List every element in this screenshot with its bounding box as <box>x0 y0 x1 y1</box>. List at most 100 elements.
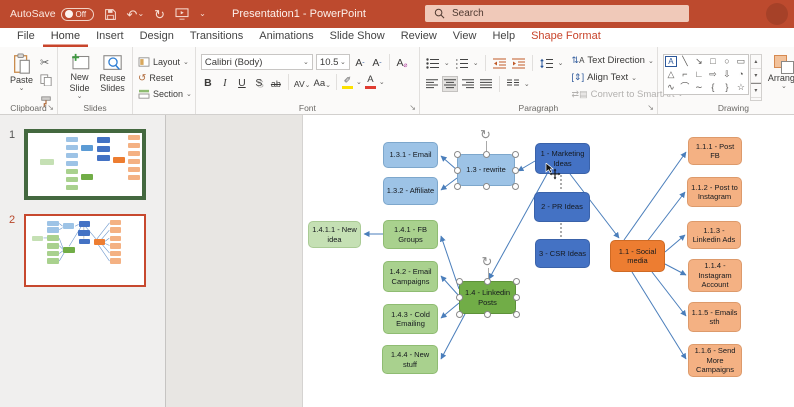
paste-dropdown-icon[interactable]: ⌄ <box>19 85 25 93</box>
search-box[interactable]: Search <box>425 5 689 22</box>
shape-option-icon[interactable]: ○ <box>720 55 734 68</box>
shape-option-icon[interactable]: △ <box>664 68 678 81</box>
shape-option-icon[interactable]: } <box>720 81 734 94</box>
shape-option-icon[interactable]: ╲ <box>678 55 692 68</box>
mindmap-node-1.1.5[interactable]: 1.1.5 - Emails sth <box>688 302 741 332</box>
tab-shape-format[interactable]: Shape Format <box>523 28 609 47</box>
selection-handle[interactable] <box>455 277 463 285</box>
line-spacing-button[interactable] <box>539 56 554 70</box>
tab-view[interactable]: View <box>445 28 485 47</box>
shape-option-icon[interactable]: ⇩ <box>720 68 734 81</box>
mindmap-node-1.4.1.1[interactable]: 1.4.1.1 - New idea <box>308 221 361 248</box>
selection-handle[interactable] <box>455 310 463 318</box>
font-dialog-launcher-icon[interactable]: ↘ <box>409 104 416 112</box>
bullets-button[interactable] <box>425 56 440 70</box>
customize-qat-icon[interactable]: ⌄ <box>199 10 206 18</box>
shrink-font-button[interactable]: Aˇ <box>370 55 384 70</box>
font-size-combo[interactable]: 10.5 ⌄ <box>315 54 350 70</box>
section-button[interactable]: Section ⌄ <box>138 87 192 101</box>
shape-option-icon[interactable]: □ <box>706 55 720 68</box>
save-icon[interactable] <box>104 8 117 21</box>
slide-2-thumbnail[interactable] <box>24 214 146 287</box>
mindmap-node-1.1.3[interactable]: 1.1.3 - Linkedin Ads <box>687 221 741 249</box>
align-left-button[interactable] <box>425 77 439 91</box>
shape-option-icon[interactable]: ⇨ <box>706 68 720 81</box>
tab-review[interactable]: Review <box>393 28 445 47</box>
gallery-scroll-up-icon[interactable]: ▴ <box>750 55 761 69</box>
bold-button[interactable]: B <box>201 75 215 90</box>
mindmap-node-1.4.2[interactable]: 1.4.2 - Email Campaigns <box>383 261 438 292</box>
mindmap-node-1.4.3[interactable]: 1.4.3 - Cold Emailing <box>383 304 438 334</box>
mindmap-node-1.4[interactable]: 1.4 - Linkedin Posts <box>459 281 516 314</box>
reuse-slides-button[interactable]: Reuse Slides <box>96 50 129 101</box>
mindmap-node-1.1[interactable]: 1.1 - Social media <box>610 240 665 272</box>
mindmap-node-1.1.2[interactable]: 1.1.2 - Post to Instagram <box>687 177 742 207</box>
italic-button[interactable]: I <box>218 75 232 90</box>
selection-handle[interactable] <box>512 294 520 301</box>
selection-handle[interactable] <box>482 150 490 158</box>
clear-formatting-button[interactable]: A ⌀ <box>395 55 409 70</box>
tab-file[interactable]: File <box>9 28 43 47</box>
shape-option-icon[interactable]: ∟ <box>692 68 706 81</box>
account-avatar[interactable] <box>766 3 788 25</box>
clipboard-dialog-launcher-icon[interactable]: ↘ <box>47 104 54 112</box>
shape-option-icon[interactable]: { <box>706 81 720 94</box>
tab-home[interactable]: Home <box>43 28 88 47</box>
selection-handle[interactable] <box>453 166 461 174</box>
start-slideshow-icon[interactable] <box>175 8 189 20</box>
gallery-scroll-down-icon[interactable]: ▾ <box>750 69 761 83</box>
font-family-combo[interactable]: Calibri (Body) ⌄ <box>200 54 313 70</box>
align-center-button[interactable] <box>441 76 458 92</box>
shape-option-icon[interactable]: ▭ <box>734 55 748 68</box>
autosave-switch[interactable]: Off <box>60 7 94 21</box>
numbering-button[interactable] <box>454 56 469 70</box>
selection-handle[interactable] <box>484 277 491 285</box>
grow-font-button[interactable]: Aˆ <box>353 55 367 70</box>
shape-option-icon[interactable]: ◔ <box>734 68 748 81</box>
mindmap-node-1.1.1[interactable]: 1.1.1 - Post FB <box>688 137 742 165</box>
tab-transitions[interactable]: Transitions <box>182 28 251 47</box>
selection-handle[interactable] <box>453 150 461 158</box>
paragraph-dialog-launcher-icon[interactable]: ↘ <box>647 104 654 112</box>
copy-icon[interactable] <box>40 73 52 91</box>
selection-handle[interactable] <box>484 310 491 318</box>
autosave-toggle[interactable]: AutoSave Off <box>10 7 94 21</box>
selection-handle[interactable] <box>482 182 490 190</box>
mindmap-node-1.3.2[interactable]: 1.3.2 - Affiliate <box>383 177 438 205</box>
increase-indent-icon[interactable] <box>511 56 526 70</box>
shape-option-icon[interactable]: ⌒ <box>678 81 692 94</box>
tab-insert[interactable]: Insert <box>88 28 132 47</box>
shape-option-icon[interactable]: ↘ <box>692 55 706 68</box>
mindmap-node-3[interactable]: 3 - CSR Ideas <box>535 239 590 268</box>
reset-button[interactable]: ↺ Reset <box>138 71 192 85</box>
justify-button[interactable] <box>479 77 493 91</box>
gallery-more-icon[interactable]: ▾ <box>750 83 761 98</box>
mindmap-node-2[interactable]: 2 - PR Ideas <box>534 192 590 222</box>
mindmap-node-1.3.1[interactable]: 1.3.1 - Email <box>383 142 438 168</box>
underline-button[interactable]: U <box>235 75 249 90</box>
decrease-indent-icon[interactable] <box>492 56 507 70</box>
tab-slide-show[interactable]: Slide Show <box>322 28 393 47</box>
rotate-handle-icon[interactable]: ↻ <box>480 128 491 141</box>
paste-button[interactable]: Paste ⌄ <box>5 50 38 101</box>
selection-handle[interactable] <box>512 277 520 285</box>
arrange-dropdown-icon[interactable]: ⌄ <box>781 83 787 91</box>
cut-icon[interactable]: ✂ <box>40 56 52 69</box>
rotate-handle-icon[interactable]: ↻ <box>482 255 493 268</box>
redo-icon[interactable]: ↻ <box>154 8 165 21</box>
selection-handle[interactable] <box>455 294 463 301</box>
shape-option-icon[interactable]: ∿ <box>664 81 678 94</box>
text-highlight-button[interactable]: ✐ <box>342 75 353 89</box>
selection-handle[interactable] <box>511 166 519 174</box>
selection-handle[interactable] <box>511 150 519 158</box>
selection-handle[interactable] <box>511 182 519 190</box>
font-color-button[interactable]: A <box>364 75 376 89</box>
selection-handle[interactable] <box>512 310 520 318</box>
tab-help[interactable]: Help <box>484 28 523 47</box>
text-shadow-button[interactable]: S <box>252 75 266 90</box>
undo-icon[interactable]: ↶ ⌄ <box>127 8 145 21</box>
character-spacing-button[interactable]: AV ⌄ <box>294 75 311 90</box>
shape-option-icon[interactable]: A <box>664 56 677 67</box>
mindmap-node-1.3[interactable]: 1.3 - rewrite <box>457 154 515 186</box>
align-right-button[interactable] <box>461 77 475 91</box>
